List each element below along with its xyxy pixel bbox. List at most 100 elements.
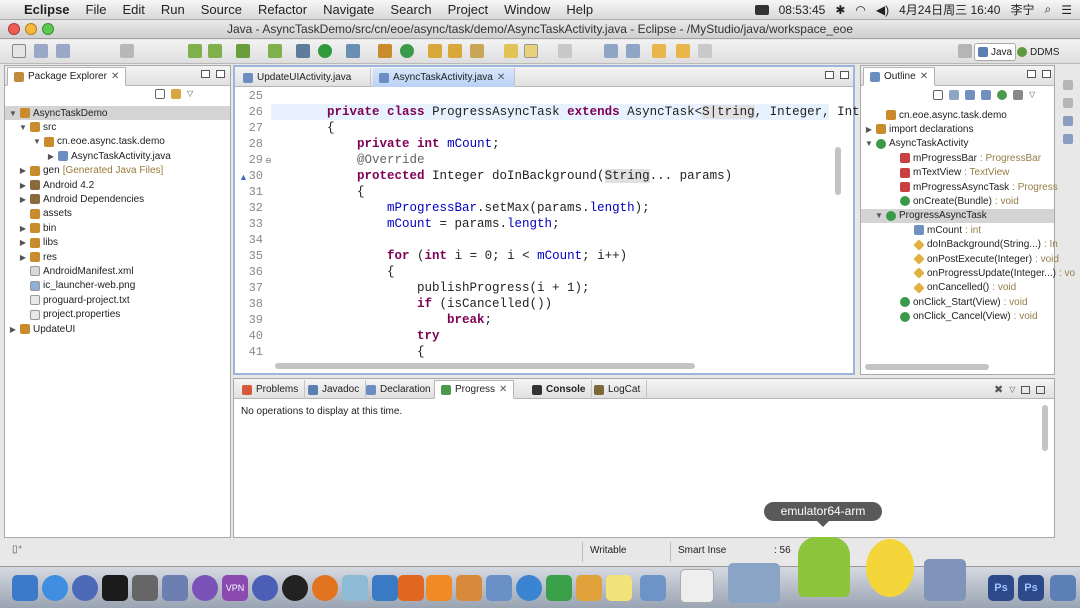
code-line-39[interactable]: break; xyxy=(297,312,492,328)
keynote-icon[interactable] xyxy=(372,575,398,601)
menu-help[interactable]: Help xyxy=(558,2,601,17)
chevron-right-icon[interactable]: ▶ xyxy=(19,238,27,247)
outline-item[interactable]: ▼ ProgressAsyncTask xyxy=(861,208,1054,223)
wifi-icon[interactable]: ◠ xyxy=(855,3,865,17)
user-name[interactable]: 李宁 xyxy=(1010,1,1034,18)
hide-static-icon[interactable] xyxy=(981,90,991,100)
minimize-view-icon[interactable] xyxy=(1021,385,1031,394)
maximize-view-icon[interactable] xyxy=(1042,70,1051,78)
close-icon[interactable]: ✕ xyxy=(111,71,119,82)
photoshop-cs-icon[interactable]: Ps xyxy=(1018,575,1044,601)
print-icon[interactable] xyxy=(120,44,134,58)
perspective-java[interactable]: Java xyxy=(974,43,1017,61)
notification-icon[interactable]: ☰ xyxy=(1061,3,1072,17)
menu-edit[interactable]: Edit xyxy=(114,2,152,17)
terminal-icon[interactable] xyxy=(102,575,128,601)
tree-item[interactable]: ▼ cn.eoe.async.task.demo xyxy=(33,135,165,149)
menu-navigate[interactable]: Navigate xyxy=(315,2,382,17)
tab-updateuiactivity[interactable]: UpdateUIActivity.java xyxy=(237,68,371,87)
editor-horizontal-scrollbar[interactable] xyxy=(275,363,695,369)
chevron-down-icon[interactable]: ▼ xyxy=(9,109,17,118)
forward-icon[interactable] xyxy=(676,44,690,58)
menu-search[interactable]: Search xyxy=(382,2,439,17)
bluetooth-icon[interactable]: ✱ xyxy=(835,3,845,17)
collapse-all-icon[interactable] xyxy=(933,90,943,100)
tab-declaration[interactable]: Declaration xyxy=(360,380,438,399)
code-line-34[interactable] xyxy=(297,232,305,248)
avd-manager-icon[interactable] xyxy=(208,44,222,58)
finder-icon[interactable] xyxy=(12,575,38,601)
chevron-right-icon[interactable]: ▶ xyxy=(19,195,27,204)
outline-item[interactable]: ▼ AsyncTaskActivity xyxy=(865,137,971,151)
open-perspective-icon[interactable] xyxy=(958,44,972,58)
minimize-view-icon[interactable] xyxy=(1027,70,1036,78)
back-icon[interactable] xyxy=(652,44,666,58)
code-line-38[interactable]: if (isCancelled()) xyxy=(297,296,552,312)
minimize-view-icon[interactable] xyxy=(201,70,210,78)
chevron-right-icon[interactable]: ▶ xyxy=(19,224,27,233)
photoshop-icon[interactable]: Ps xyxy=(988,575,1014,601)
collapse-all-icon[interactable] xyxy=(155,89,165,99)
outline-item[interactable]: onCreate(Bundle) : void xyxy=(889,194,1019,208)
prev-annotation-icon[interactable] xyxy=(626,44,640,58)
code-line-35[interactable]: for (int i = 0; i < mCount; i++) xyxy=(297,248,627,264)
code-line-31[interactable]: { xyxy=(297,184,365,200)
qq-icon[interactable] xyxy=(282,575,308,601)
spotlight-icon[interactable]: ⌕ xyxy=(1045,2,1052,17)
code-line-26[interactable]: private class ProgressAsyncTask extends … xyxy=(297,104,897,120)
orb-icon[interactable] xyxy=(192,575,218,601)
outline-item[interactable]: mTextView : TextView xyxy=(889,166,1009,180)
chevron-down-icon[interactable]: ▼ xyxy=(865,139,873,148)
open-task-icon[interactable] xyxy=(448,44,462,58)
chevron-right-icon[interactable]: ▶ xyxy=(9,325,17,334)
editor-vertical-scrollbar[interactable] xyxy=(835,147,841,195)
menu-file[interactable]: File xyxy=(78,2,115,17)
search-view-icon[interactable] xyxy=(1063,134,1073,144)
fold-marker-29[interactable]: ⊖ xyxy=(265,156,272,165)
hide-fields-icon[interactable] xyxy=(965,90,975,100)
toggle-block-selection-icon[interactable] xyxy=(524,44,538,58)
maximize-view-icon[interactable] xyxy=(216,70,225,78)
vpn-icon[interactable]: VPN xyxy=(222,575,248,601)
tree-item[interactable]: project.properties xyxy=(19,308,120,322)
excel-like-icon[interactable] xyxy=(398,575,424,601)
run-icon[interactable] xyxy=(318,44,332,58)
tree-item[interactable]: ▼ src xyxy=(19,120,56,134)
code-line-36[interactable]: { xyxy=(297,264,395,280)
outline-item[interactable]: mProgressAsyncTask : Progress xyxy=(889,180,1058,194)
tab-outline[interactable]: Outline ✕ xyxy=(863,67,936,86)
tab-logcat[interactable]: LogCat xyxy=(588,380,648,399)
chevron-down-icon[interactable]: ▼ xyxy=(19,123,27,132)
bottom-vertical-scrollbar[interactable] xyxy=(1042,405,1048,451)
link-with-editor-icon[interactable] xyxy=(171,89,181,99)
itunes-icon[interactable] xyxy=(72,575,98,601)
view-menu-icon[interactable]: ▽ xyxy=(187,89,197,99)
adium-duck-icon[interactable] xyxy=(866,539,914,597)
save-all-icon[interactable] xyxy=(56,44,70,58)
menu-window[interactable]: Window xyxy=(496,2,558,17)
code-line-40[interactable]: try xyxy=(297,328,440,344)
chevron-right-icon[interactable]: ▶ xyxy=(47,152,55,161)
tree-item[interactable]: assets xyxy=(19,207,72,221)
tab-javadoc[interactable]: Javadoc xyxy=(302,380,367,399)
firefox-icon[interactable] xyxy=(312,575,338,601)
view-menu-icon[interactable]: ▽ xyxy=(1029,90,1039,100)
new-java-class-icon[interactable] xyxy=(400,44,414,58)
date-time[interactable]: 4月24日周三 16:40 xyxy=(899,1,1000,18)
tree-item[interactable]: proguard-project.txt xyxy=(19,293,130,307)
chevron-right-icon[interactable]: ▶ xyxy=(865,125,873,134)
perspective-ddms[interactable]: DDMS xyxy=(1014,43,1062,61)
tab-console[interactable]: Console xyxy=(526,380,593,399)
tree-item[interactable]: ▶ Android 4.2 xyxy=(19,178,94,192)
hide-nonpublic-icon[interactable] xyxy=(997,90,1007,100)
outline-item[interactable]: mCount : int xyxy=(903,223,981,237)
powerpoint-icon[interactable] xyxy=(456,575,482,601)
maximize-view-icon[interactable] xyxy=(840,71,849,79)
tree-item[interactable]: ic_launcher-web.png xyxy=(19,279,135,293)
chevron-right-icon[interactable]: ▶ xyxy=(19,181,27,190)
debug-icon[interactable] xyxy=(296,44,310,58)
volume-icon[interactable]: ◀) xyxy=(876,3,889,17)
code-line-41[interactable]: { xyxy=(297,344,425,360)
screen-recorder-icon[interactable] xyxy=(728,563,780,603)
outline-item[interactable]: doInBackground(String...) : In xyxy=(903,238,1058,252)
